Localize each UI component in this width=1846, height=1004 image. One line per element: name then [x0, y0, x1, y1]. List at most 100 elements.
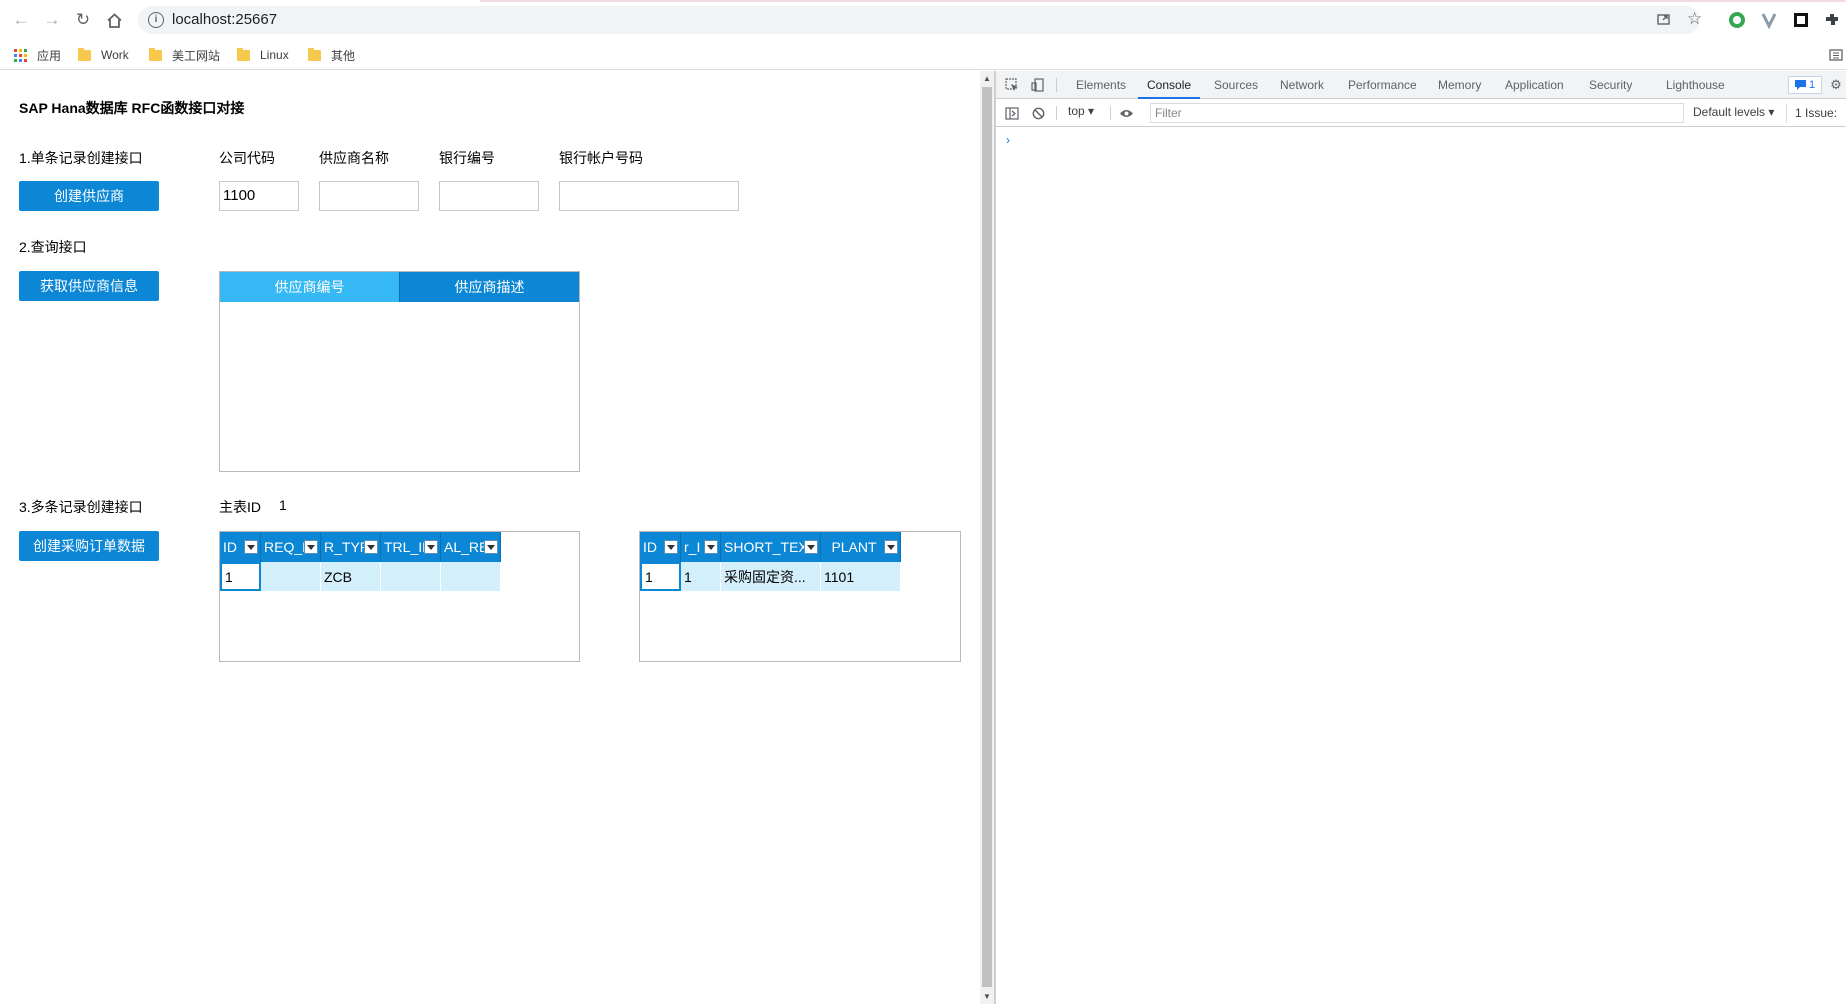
po-item-grid[interactable]: ID r_I SHORT_TEXT PLANT 1 1 采购固定资... 110…	[639, 531, 961, 662]
table-cell[interactable]: 1	[681, 562, 721, 591]
issues-counter[interactable]: 1 Issue:	[1786, 103, 1846, 123]
dropdown-icon[interactable]	[804, 540, 818, 554]
home-icon[interactable]	[103, 9, 125, 31]
bookmark-folder-design[interactable]: 美工网站	[149, 44, 220, 66]
tab-elements[interactable]: Elements	[1076, 71, 1126, 99]
vendor-name-input[interactable]	[319, 181, 419, 211]
url-text: localhost:25667	[172, 11, 278, 28]
column-header-type[interactable]: R_TYP	[321, 532, 381, 562]
table-row[interactable]: 1 1 采购固定资... 1101	[640, 562, 901, 591]
settings-gear-icon[interactable]: ⚙	[1828, 77, 1844, 93]
tab-memory[interactable]: Memory	[1438, 71, 1481, 99]
master-id-label: 主表ID	[219, 499, 261, 515]
tab-lighthouse[interactable]: Lighthouse	[1666, 71, 1725, 99]
folder-icon	[78, 47, 91, 61]
bookmark-star-icon[interactable]: ☆	[1687, 9, 1702, 29]
separator	[1056, 78, 1057, 92]
extension-v-icon[interactable]	[1760, 11, 1778, 30]
table-cell[interactable]	[261, 562, 321, 591]
grid-header: ID REQ_N R_TYP TRL_IN AL_RE	[220, 532, 501, 562]
console-toolbar: top ▾ Filter Default levels ▾ 1 Issue:	[996, 99, 1846, 127]
company-code-label: 公司代码	[219, 150, 275, 166]
folder-icon	[237, 47, 250, 61]
column-header-al-re[interactable]: AL_RE	[441, 532, 501, 562]
grid-header: ID r_I SHORT_TEXT PLANT	[640, 532, 901, 562]
column-header-id[interactable]: ID	[220, 532, 261, 562]
dropdown-icon[interactable]	[364, 540, 378, 554]
column-header-id[interactable]: ID	[640, 532, 681, 562]
inspect-element-icon[interactable]	[1004, 77, 1020, 93]
tab-application[interactable]: Application	[1505, 71, 1564, 99]
tab-console[interactable]: Console	[1138, 71, 1201, 99]
share-icon[interactable]	[1656, 11, 1671, 30]
extension-square-icon[interactable]	[1792, 11, 1810, 29]
dropdown-icon[interactable]	[704, 540, 718, 554]
table-cell[interactable]	[441, 562, 501, 591]
extensions-puzzle-icon[interactable]	[1823, 11, 1841, 29]
table-cell[interactable]: 1101	[821, 562, 901, 591]
dropdown-icon[interactable]	[664, 540, 678, 554]
table-cell[interactable]: ZCB	[321, 562, 381, 591]
create-vendor-button[interactable]: 创建供应商	[19, 181, 159, 211]
table-cell[interactable]: 采购固定资...	[721, 562, 821, 591]
devtools-panel: Elements Console Sources Network Perform…	[996, 71, 1846, 1004]
table-cell[interactable]: 1	[220, 562, 261, 591]
po-header-grid[interactable]: ID REQ_N R_TYP TRL_IN AL_RE 1 ZCB	[219, 531, 580, 662]
column-header-vendor-desc[interactable]: 供应商描述	[400, 272, 579, 302]
bank-number-label: 银行编号	[439, 150, 495, 166]
address-bar[interactable]: i localhost:25667	[138, 6, 1700, 34]
separator	[1056, 106, 1057, 120]
context-select[interactable]: top ▾	[1068, 104, 1094, 118]
back-icon[interactable]: ←	[10, 9, 32, 31]
master-id-value: 1	[279, 497, 287, 513]
column-header-ctrl-ind[interactable]: TRL_IN	[381, 532, 441, 562]
scrollbar-thumb[interactable]	[982, 87, 992, 987]
extension-green-icon[interactable]	[1728, 11, 1746, 29]
table-cell[interactable]: 1	[640, 562, 681, 591]
dropdown-icon[interactable]	[424, 540, 438, 554]
dropdown-icon[interactable]	[484, 540, 498, 554]
tab-sources[interactable]: Sources	[1214, 71, 1258, 99]
column-header-req-no[interactable]: REQ_N	[261, 532, 321, 562]
devtools-tab-bar: Elements Console Sources Network Perform…	[996, 71, 1846, 99]
dropdown-icon[interactable]	[884, 540, 898, 554]
table-row[interactable]: 1 ZCB	[220, 562, 501, 591]
bookmark-folder-work[interactable]: Work	[78, 44, 129, 66]
column-header-short-text[interactable]: SHORT_TEXT	[721, 532, 821, 562]
log-levels-select[interactable]: Default levels ▾	[1693, 105, 1774, 119]
console-filter-input[interactable]: Filter	[1150, 103, 1684, 123]
forward-icon[interactable]: →	[41, 9, 63, 31]
reading-list-icon[interactable]	[1829, 44, 1843, 66]
table-cell[interactable]	[381, 562, 441, 591]
section3-label: 3.多条记录创建接口	[19, 499, 143, 515]
tab-security[interactable]: Security	[1589, 71, 1632, 99]
live-expression-eye-icon[interactable]	[1118, 105, 1134, 121]
tab-performance[interactable]: Performance	[1348, 71, 1417, 99]
create-po-data-button[interactable]: 创建采购订单数据	[19, 531, 159, 561]
column-header-plant[interactable]: PLANT	[821, 532, 901, 562]
vendor-query-grid[interactable]: 供应商编号 供应商描述	[219, 271, 580, 472]
tab-network[interactable]: Network	[1280, 71, 1324, 99]
clear-console-icon[interactable]	[1030, 105, 1046, 121]
dropdown-icon[interactable]	[244, 540, 258, 554]
scroll-up-icon[interactable]: ▲	[983, 74, 991, 83]
bookmark-folder-linux[interactable]: Linux	[237, 44, 289, 66]
company-code-input[interactable]: 1100	[219, 181, 299, 211]
bank-number-input[interactable]	[439, 181, 539, 211]
bookmark-apps[interactable]: 应用	[14, 44, 61, 66]
page-scrollbar[interactable]: ▲ ▼	[980, 71, 994, 1004]
sidebar-toggle-icon[interactable]	[1004, 105, 1020, 121]
reload-icon[interactable]: ↻	[72, 9, 94, 31]
separator	[1110, 106, 1111, 120]
column-header-vendor-number[interactable]: 供应商编号	[220, 272, 400, 302]
bookmark-folder-other[interactable]: 其他	[308, 44, 355, 66]
column-header-pr-id[interactable]: r_I	[681, 532, 721, 562]
bank-account-input[interactable]	[559, 181, 739, 211]
message-count-badge[interactable]: 1	[1788, 76, 1822, 94]
dropdown-icon[interactable]	[304, 540, 318, 554]
get-vendor-info-button[interactable]: 获取供应商信息	[19, 271, 159, 301]
scroll-down-icon[interactable]: ▼	[983, 992, 991, 1001]
console-prompt-icon[interactable]: ›	[1006, 133, 1010, 147]
site-info-icon[interactable]: i	[148, 12, 164, 28]
device-toolbar-icon[interactable]	[1030, 77, 1046, 93]
